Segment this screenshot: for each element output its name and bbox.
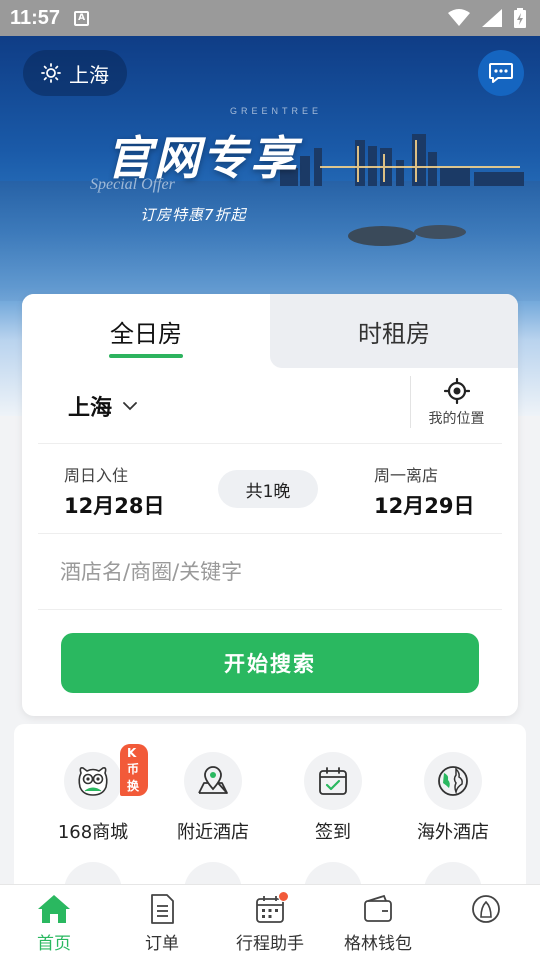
wifi-icon	[448, 9, 470, 26]
profile-icon	[472, 895, 500, 923]
message-button[interactable]	[478, 50, 524, 96]
menu-label-nearby-hotels: 附近酒店	[177, 822, 249, 843]
checkin-block[interactable]: 周日入住 12月28日	[64, 462, 164, 520]
chevron-down-icon[interactable]	[122, 401, 138, 411]
system-icons	[448, 8, 526, 28]
nav-orders[interactable]: 订单	[108, 885, 216, 960]
menu-item-check-in[interactable]: 签到	[278, 752, 388, 844]
date-row[interactable]: 周日入住 12月28日 共1晚 周一离店 12月29日	[38, 444, 502, 534]
checkout-date: 12月29日	[374, 494, 475, 518]
home-icon	[38, 895, 70, 923]
checkin-label: 周日入住	[64, 466, 129, 485]
menu-item-nearby-hotels[interactable]: 附近酒店	[158, 752, 268, 844]
map-pin-icon	[198, 766, 228, 794]
menu-icon-circle	[304, 752, 362, 810]
sun-icon	[41, 63, 61, 83]
banner-subtitle: 订房特惠7折起	[140, 206, 247, 224]
banner-script-text: Special Offer	[90, 176, 175, 193]
bottom-nav: 首页 订单 行程助手 格林钱包	[0, 884, 540, 960]
keyword-row	[38, 534, 502, 610]
menu-item-overseas-hotels[interactable]: 海外酒店	[398, 752, 508, 844]
nights-count: 共1晚	[218, 470, 318, 508]
signal-icon	[482, 9, 502, 27]
mall-badge: K币换	[120, 744, 148, 796]
banner-brand-text: GREENTREE	[230, 106, 323, 116]
tab-hourly[interactable]: 时租房	[270, 294, 518, 368]
destination-city[interactable]: 上海	[68, 390, 112, 422]
nav-wallet[interactable]: 格林钱包	[324, 885, 432, 960]
owl-mall-icon	[78, 767, 108, 796]
quick-menu: K币换 168商城 附近酒店 签到 海外酒店	[14, 724, 526, 920]
nav-home-label: 首页	[37, 934, 71, 954]
wallet-icon	[364, 894, 392, 922]
tab-full-day-label: 全日房	[110, 319, 182, 348]
my-location-button[interactable]: 我的位置	[410, 376, 502, 428]
nav-wallet-label: 格林钱包	[344, 934, 412, 954]
destination-row: 上海 我的位置	[38, 368, 502, 444]
checkin-date: 12月28日	[64, 494, 165, 518]
notification-icon: A	[74, 10, 90, 26]
menu-label-overseas-hotels: 海外酒店	[417, 822, 489, 843]
menu-item-mall[interactable]: K币换 168商城	[38, 744, 148, 844]
calendar-check-icon	[319, 767, 347, 795]
my-location-label: 我的位置	[428, 411, 485, 427]
status-bar: 11:57 A	[0, 0, 540, 36]
tab-full-day[interactable]: 全日房	[22, 294, 270, 368]
chat-icon	[489, 63, 513, 83]
checkout-label: 周一离店	[374, 466, 439, 485]
nav-home[interactable]: 首页	[0, 885, 108, 960]
start-search-button[interactable]: 开始搜索	[61, 633, 479, 693]
nav-itinerary[interactable]: 行程助手	[216, 885, 324, 960]
booking-tabs: 全日房 时租房	[22, 294, 518, 368]
current-city-label: 上海	[69, 62, 109, 87]
city-selector-button[interactable]: 上海	[23, 50, 127, 96]
menu-label-mall: 168商城	[57, 822, 129, 843]
notification-dot	[278, 891, 289, 902]
booking-card: 全日房 时租房 上海 我的位置 周日入住 12月28日 共1晚 周一离店 12月…	[22, 294, 518, 716]
menu-icon-circle	[184, 752, 242, 810]
nav-profile[interactable]	[432, 885, 540, 960]
battery-icon	[514, 8, 526, 28]
status-time: 11:57	[10, 6, 61, 29]
locate-icon	[443, 378, 470, 404]
keyword-search-input[interactable]	[60, 559, 460, 584]
nav-itinerary-label: 行程助手	[236, 934, 304, 954]
tab-hourly-label: 时租房	[358, 319, 430, 348]
globe-icon	[438, 766, 468, 796]
menu-label-check-in: 签到	[315, 822, 351, 843]
nav-orders-label: 订单	[145, 934, 179, 954]
checkout-block[interactable]: 周一离店 12月29日	[374, 462, 474, 520]
active-tab-indicator	[109, 354, 183, 358]
order-list-icon	[151, 894, 174, 924]
menu-icon-circle	[424, 752, 482, 810]
menu-icon-circle	[64, 752, 122, 810]
